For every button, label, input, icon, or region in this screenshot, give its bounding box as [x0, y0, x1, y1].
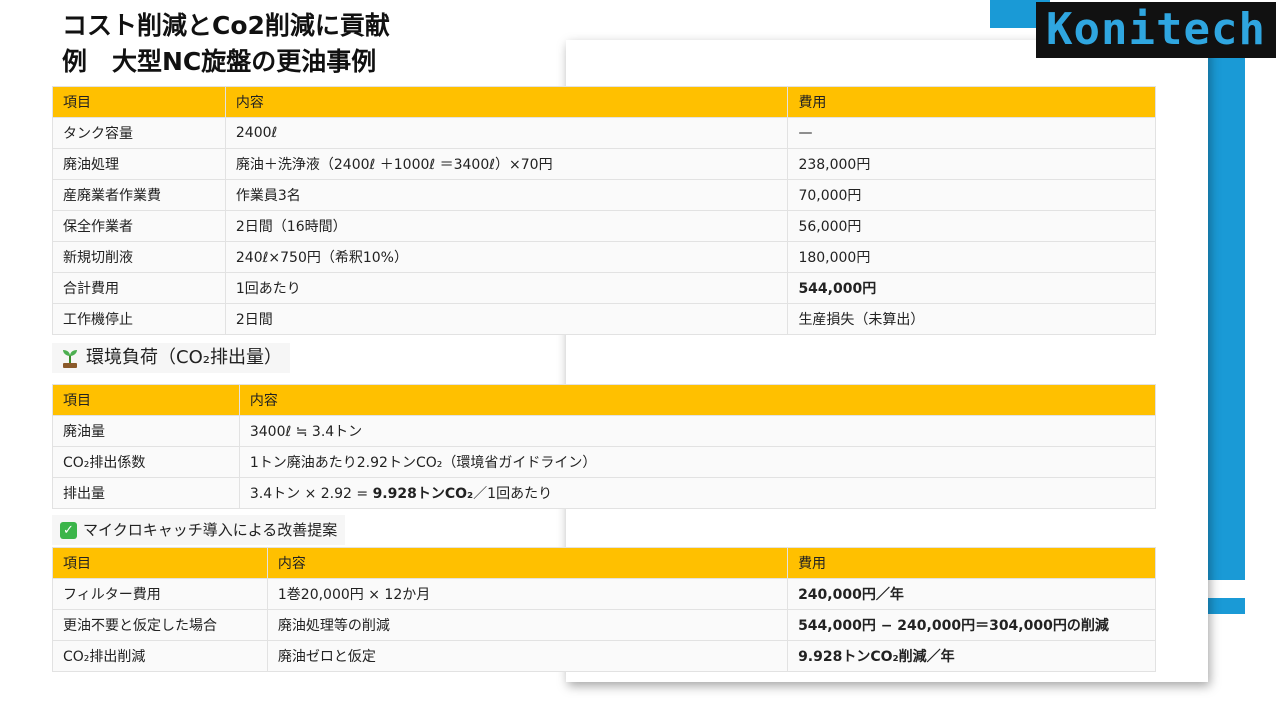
- table-row: 産廃業者作業費 作業員3名 70,000円: [52, 179, 1156, 211]
- header-cell: 費用: [787, 547, 1156, 579]
- table-cell: 保全作業者: [52, 210, 226, 242]
- check-icon: ✓: [60, 521, 77, 539]
- table-cell: タンク容量: [52, 117, 226, 149]
- table-cell: 廃油＋洗浄液（2400ℓ ＋1000ℓ ＝3400ℓ）×70円: [224, 148, 789, 180]
- table-row: CO₂排出削減 廃油ゼロと仮定 9.928トンCO₂削減／年: [52, 640, 1156, 672]
- header-cell: 項目: [52, 384, 240, 416]
- table-row: 工作機停止 2日間 生産損失（未算出）: [52, 303, 1156, 335]
- table-row: 合計費用 1回あたり 544,000円: [52, 272, 1156, 304]
- table-cell: 70,000円: [787, 179, 1156, 211]
- table-cell: —: [787, 117, 1156, 149]
- table-cell: 56,000円: [787, 210, 1156, 242]
- table-header-row: 項目 内容: [52, 384, 1157, 416]
- total-cost-cell: 544,000円: [787, 272, 1156, 304]
- section-heading-proposal: ✓ マイクロキャッチ導入による改善提案: [52, 515, 346, 545]
- table-row: 廃油量 3400ℓ ≒ 3.4トン: [52, 415, 1157, 447]
- section-label: マイクロキャッチ導入による改善提案: [83, 521, 338, 539]
- table-cell: 1回あたり: [224, 272, 789, 304]
- table-cell: 生産損失（未算出）: [787, 303, 1156, 335]
- table-cell: 合計費用: [52, 272, 226, 304]
- table-cell: フィルター費用: [52, 578, 268, 610]
- emission-value: 9.928トンCO₂: [372, 486, 474, 502]
- table-cell: 廃油処理等の削減: [266, 609, 789, 641]
- page-title: コスト削減とCo2削減に貢献 例 大型NC旋盤の更油事例: [62, 8, 390, 80]
- table-cell: 廃油ゼロと仮定: [266, 640, 789, 672]
- accent-bar-right: [1208, 50, 1245, 580]
- table-cell: 廃油量: [52, 415, 240, 447]
- section-label: 環境負荷（CO₂排出量）: [86, 347, 282, 368]
- table-cell: 工作機停止: [52, 303, 226, 335]
- header-cell: 内容: [238, 384, 1157, 416]
- table-cell: 3.4トン × 2.92 = 9.928トンCO₂／1回あたり: [238, 477, 1157, 509]
- title-line-2: 例 大型NC旋盤の更油事例: [62, 47, 377, 76]
- emission-unit: ／1回あたり: [473, 486, 553, 502]
- header-cell: 費用: [787, 86, 1156, 118]
- table-cell: 9.928トンCO₂削減／年: [787, 640, 1156, 672]
- table-row: 新規切削液 240ℓ×750円（希釈10%） 180,000円: [52, 241, 1156, 273]
- table-cell: 1巻20,000円 × 12か月: [266, 578, 789, 610]
- cost-table: 項目 内容 費用 タンク容量 2400ℓ — 廃油処理 廃油＋洗浄液（2400ℓ…: [52, 86, 1156, 335]
- table-row: フィルター費用 1巻20,000円 × 12か月 240,000円／年: [52, 578, 1156, 610]
- table-cell: 544,000円 − 240,000円＝304,000円の削減: [787, 609, 1156, 641]
- company-logo: Konitech: [1036, 2, 1276, 58]
- header-cell: 項目: [52, 547, 268, 579]
- table-cell: 3400ℓ ≒ 3.4トン: [238, 415, 1157, 447]
- header-cell: 内容: [224, 86, 789, 118]
- table-cell: 180,000円: [787, 241, 1156, 273]
- table-cell: 1トン廃油あたり2.92トンCO₂（環境省ガイドライン）: [238, 446, 1157, 478]
- table-cell: 産廃業者作業費: [52, 179, 226, 211]
- header-cell: 内容: [266, 547, 789, 579]
- proposal-table: 項目 内容 費用 フィルター費用 1巻20,000円 × 12か月 240,00…: [52, 547, 1156, 672]
- header-cell: 項目: [52, 86, 226, 118]
- table-cell: CO₂排出係数: [52, 446, 240, 478]
- table-header-row: 項目 内容 費用: [52, 547, 1156, 579]
- emission-formula: 3.4トン × 2.92 =: [249, 486, 373, 502]
- table-row: CO₂排出係数 1トン廃油あたり2.92トンCO₂（環境省ガイドライン）: [52, 446, 1157, 478]
- table-row: 更油不要と仮定した場合 廃油処理等の削減 544,000円 − 240,000円…: [52, 609, 1156, 641]
- table-cell: 240,000円／年: [787, 578, 1156, 610]
- table-cell: 更油不要と仮定した場合: [52, 609, 268, 641]
- table-cell: 2400ℓ: [224, 117, 789, 149]
- section-heading-environment: 環境負荷（CO₂排出量）: [52, 343, 290, 373]
- accent-bar-small: [1208, 598, 1245, 614]
- table-header-row: 項目 内容 費用: [52, 86, 1156, 118]
- table-cell: 廃油処理: [52, 148, 226, 180]
- sprout-icon: [63, 350, 77, 368]
- table-cell: 240ℓ×750円（希釈10%）: [224, 241, 789, 273]
- title-line-1: コスト削減とCo2削減に貢献: [62, 11, 390, 40]
- table-cell: 作業員3名: [224, 179, 789, 211]
- table-cell: CO₂排出削減: [52, 640, 268, 672]
- table-row: 保全作業者 2日間（16時間） 56,000円: [52, 210, 1156, 242]
- table-cell: 排出量: [52, 477, 240, 509]
- table-cell: 2日間: [224, 303, 789, 335]
- table-row: 排出量 3.4トン × 2.92 = 9.928トンCO₂／1回あたり: [52, 477, 1157, 509]
- table-cell: 新規切削液: [52, 241, 226, 273]
- table-row: 廃油処理 廃油＋洗浄液（2400ℓ ＋1000ℓ ＝3400ℓ）×70円 238…: [52, 148, 1156, 180]
- table-row: タンク容量 2400ℓ —: [52, 117, 1156, 149]
- environment-table: 項目 内容 廃油量 3400ℓ ≒ 3.4トン CO₂排出係数 1トン廃油あたり…: [52, 384, 1157, 509]
- table-cell: 238,000円: [787, 148, 1156, 180]
- table-cell: 2日間（16時間）: [224, 210, 789, 242]
